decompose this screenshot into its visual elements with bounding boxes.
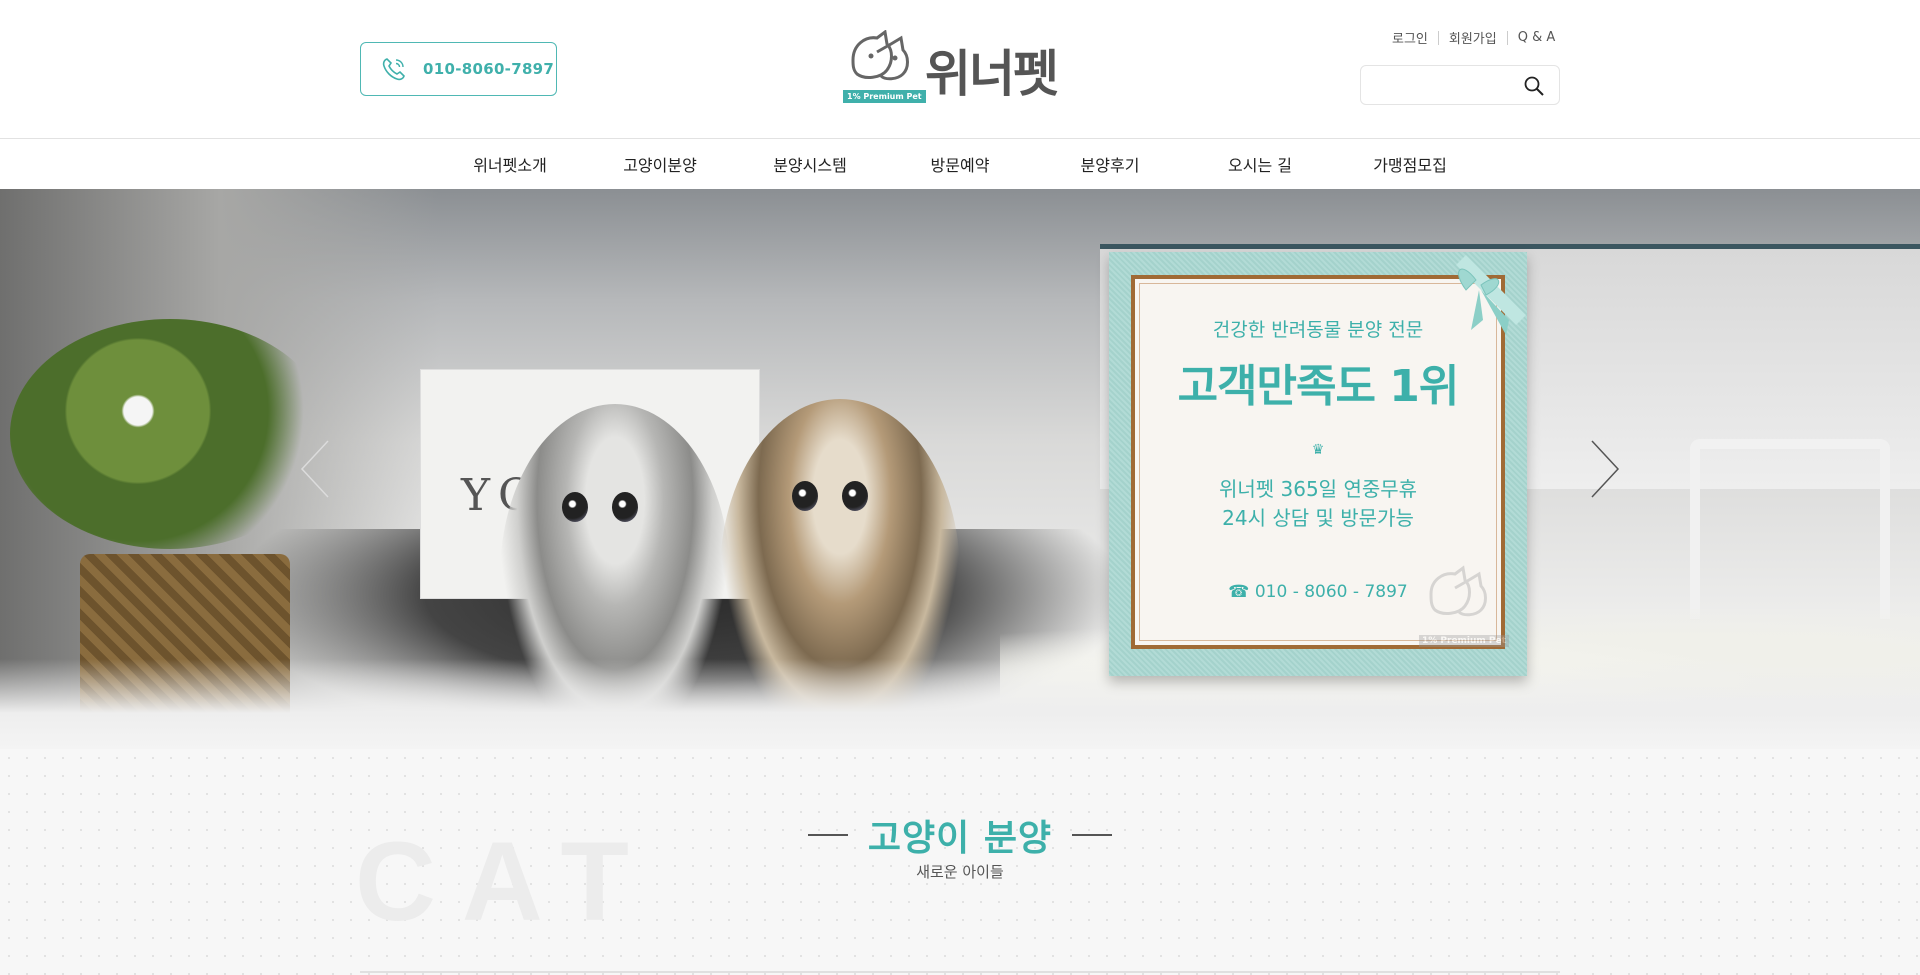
main-nav: 위너펫소개 고양이분양 분양시스템 방문예약 분양후기 오시는 길 가맹점모집	[0, 139, 1920, 189]
crown-icon: ♛	[1311, 442, 1325, 458]
kitten-eye	[792, 481, 818, 511]
nav-item-adoption-system[interactable]: 분양시스템	[735, 152, 885, 176]
nav-item-directions[interactable]: 오시는 길	[1185, 152, 1335, 176]
search-icon[interactable]	[1523, 75, 1545, 97]
prev-slide-arrow-icon[interactable]	[298, 439, 338, 499]
search-input[interactable]	[1371, 74, 1521, 96]
search-box	[1360, 65, 1560, 105]
promo-line-3: 위너펫 365일 연중무휴	[1218, 477, 1418, 501]
login-link[interactable]: 로그인	[1392, 28, 1428, 47]
title-line-right	[1072, 834, 1113, 836]
promo-card: 건강한 반려동물 분양 전문 고객만족도 1위 ♛ 위너펫 365일 연중무휴 …	[1109, 252, 1527, 676]
section-bottom-rule	[360, 971, 1560, 973]
promo-line-4: 24시 상담 및 방문가능	[1222, 506, 1414, 530]
promo-headline: 고객만족도 1위	[1177, 361, 1460, 412]
brand-name: 위너펫	[925, 45, 1059, 103]
title-line-left	[807, 834, 848, 836]
site-header: 010-8060-7897 1% Premium Pet 위너펫 로그인 회원가…	[0, 0, 1920, 139]
site-logo[interactable]: 1% Premium Pet 위너펫	[843, 30, 1083, 106]
dog-cat-logo-icon	[851, 30, 909, 81]
kitten-eye	[562, 492, 588, 522]
divider	[1506, 30, 1508, 45]
next-slide-arrow-icon[interactable]	[1588, 439, 1628, 499]
nav-item-visit-reservation[interactable]: 방문예약	[885, 152, 1035, 176]
section-title: 고양이 분양	[788, 809, 1132, 861]
premium-pet-badge: 1% Premium Pet	[843, 90, 926, 103]
hero-fur-rug	[0, 659, 1920, 749]
nav-item-about[interactable]: 위너펫소개	[435, 152, 585, 176]
watermark-badge: 1% Premium Pet	[1419, 635, 1509, 647]
nav-item-reviews[interactable]: 분양후기	[1035, 152, 1185, 176]
logo-watermark: 1% Premium Pet	[1419, 564, 1509, 647]
nav-item-cat-adoption[interactable]: 고양이분양	[585, 152, 735, 176]
kitten-eye	[612, 492, 638, 522]
section-subtitle: 새로운 아이들	[916, 863, 1004, 881]
dog-cat-watermark-icon	[1429, 565, 1487, 617]
phone-number: 010-8060-7897	[423, 60, 555, 78]
qna-link[interactable]: Q & A	[1518, 30, 1556, 45]
nav-item-franchise[interactable]: 가맹점모집	[1335, 152, 1485, 176]
top-links: 로그인 회원가입 Q & A	[1392, 28, 1555, 47]
phone-icon	[382, 58, 405, 81]
phone-contact-box[interactable]: 010-8060-7897	[360, 42, 557, 96]
section-title-text: 고양이 분양	[867, 818, 1053, 859]
kitten-eye	[842, 481, 868, 511]
cat-adoption-section: CAT 고양이 분양 새로운 아이들	[0, 749, 1920, 975]
divider	[1437, 30, 1439, 45]
hero-chair	[1690, 439, 1890, 619]
hero-plant	[10, 319, 330, 549]
hero-slider: YO E 건강한 반려동물 분양 전문 고객만족도 1위 ♛ 위너펫 365일 …	[0, 189, 1920, 749]
signup-link[interactable]: 회원가입	[1449, 28, 1497, 47]
ribbon-bow-icon	[1456, 255, 1526, 335]
